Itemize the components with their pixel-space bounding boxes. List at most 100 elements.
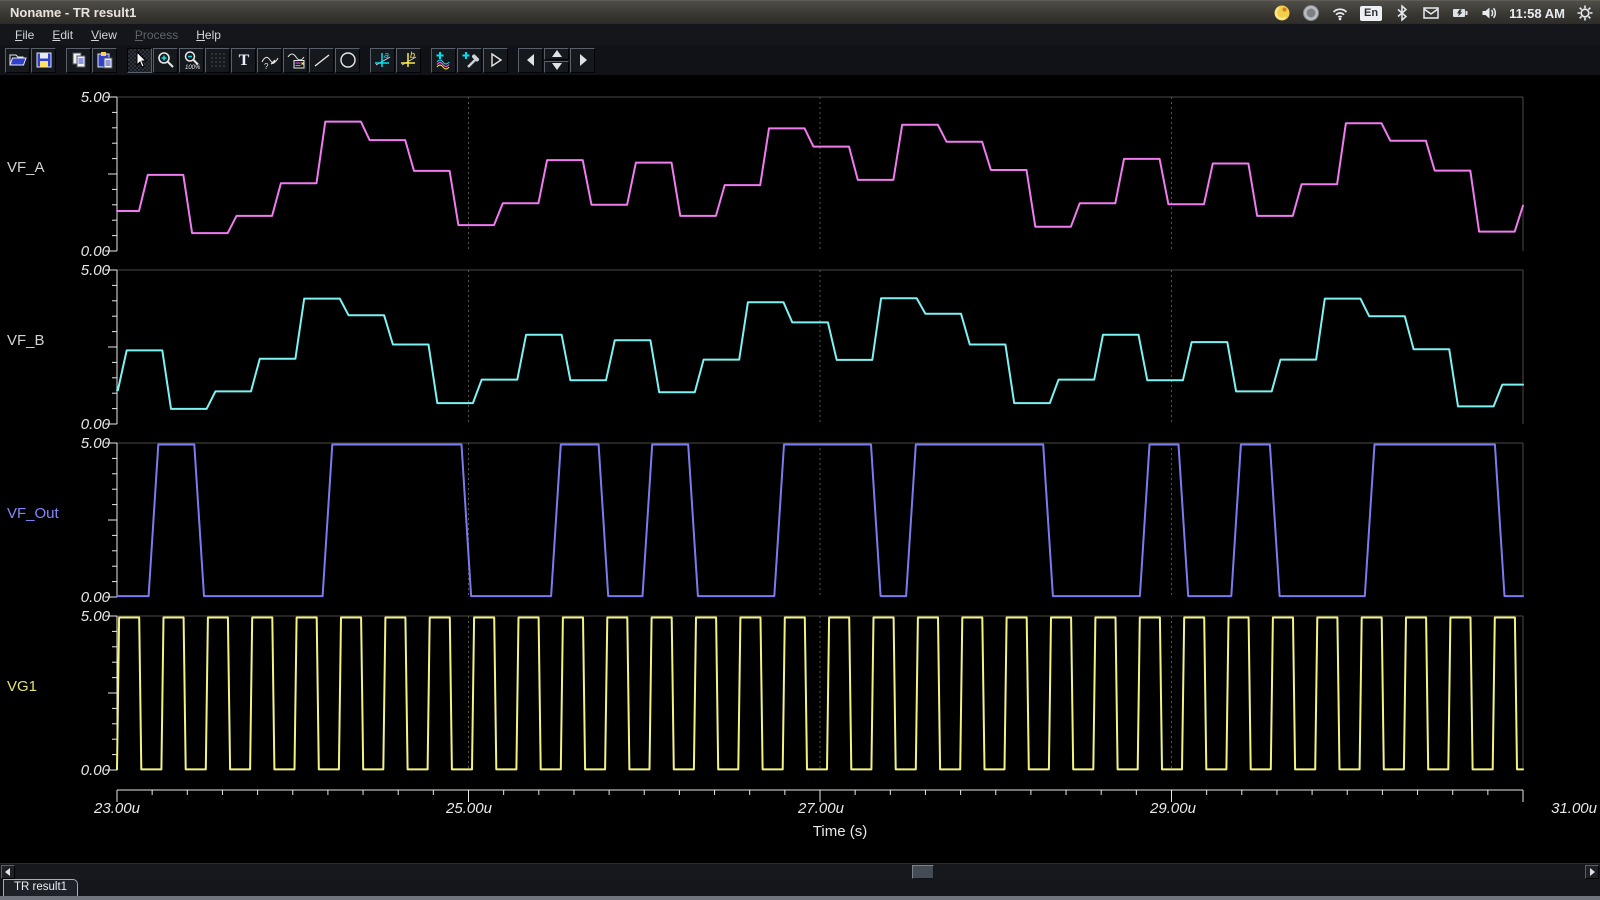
axis-a-icon: a [373, 50, 393, 70]
window-title: Noname - TR result1 [10, 5, 136, 20]
bluetooth-icon[interactable] [1393, 4, 1411, 22]
insert-text-icon: T [234, 50, 254, 70]
svg-text:?: ? [264, 62, 269, 70]
zoom-out-full-button[interactable]: 100% [179, 48, 204, 73]
curve-query-icon: ? [260, 50, 280, 70]
toolbar-group [66, 48, 117, 73]
waveform-canvas [0, 75, 1600, 863]
curve-query-button[interactable]: ? [257, 48, 282, 73]
zoom-in-icon [156, 50, 176, 70]
add-curves-button[interactable] [431, 48, 456, 73]
draw-line-icon [312, 50, 332, 70]
toolbar-group [5, 48, 56, 73]
svg-text:a: a [384, 50, 389, 60]
run-arrow-button[interactable] [483, 48, 508, 73]
y-max-label: 5.00 [40, 435, 110, 452]
add-curves-icon [434, 50, 454, 70]
grid-toggle-button [205, 48, 230, 73]
session-gear-icon[interactable] [1576, 4, 1594, 22]
curve-label-vfa: VF_A [7, 159, 45, 176]
volume-icon[interactable] [1480, 4, 1498, 22]
curve-legend-icon [286, 50, 306, 70]
select-cursor-button[interactable] [127, 48, 152, 73]
mail-icon[interactable] [1422, 4, 1440, 22]
toolbar: 100%T?ab [0, 45, 1600, 75]
spin-down-button[interactable] [544, 61, 569, 73]
menu-help[interactable]: Help [187, 26, 230, 44]
menu-edit[interactable]: Edit [43, 26, 82, 44]
wifi-icon[interactable] [1331, 4, 1349, 22]
save-button[interactable] [31, 48, 56, 73]
insert-text-button[interactable]: T [231, 48, 256, 73]
x-tick-label: 23.00u [94, 800, 140, 817]
menu-view[interactable]: View [82, 26, 126, 44]
x-tick-label: 29.00u [1150, 800, 1196, 817]
triangle-left-icon [3, 867, 13, 877]
triangle-up-icon [549, 49, 565, 58]
draw-circle-icon [338, 50, 358, 70]
save-icon [34, 50, 54, 70]
clock[interactable]: 11:58 AM [1509, 2, 1565, 25]
y-min-label: 0.00 [40, 762, 110, 779]
axis-b-icon: b [399, 50, 419, 70]
scrollbar-right-arrow[interactable] [1585, 865, 1599, 879]
curve-label-vg1: VG1 [7, 678, 37, 695]
horizontal-scrollbar[interactable] [0, 863, 1600, 880]
svg-text:b: b [410, 50, 415, 60]
curve-label-vfout: VF_Out [7, 505, 59, 522]
vf_b-trace [117, 298, 1523, 409]
run-arrow-icon [486, 50, 506, 70]
draw-line-button[interactable] [309, 48, 334, 73]
zoom-in-button[interactable] [153, 48, 178, 73]
x-tick-label: 25.00u [446, 800, 492, 817]
svg-text:T: T [238, 52, 249, 69]
waveform-viewer: VF_A VF_B VF_Out VG1 5.00 0.00 5.00 0.00… [0, 75, 1600, 863]
app-indicator-icon[interactable] [1273, 4, 1291, 22]
curve-legend-button[interactable] [283, 48, 308, 73]
keyboard-layout[interactable]: En [1360, 6, 1382, 21]
open-file-button[interactable] [5, 48, 30, 73]
pick-sample-button[interactable] [457, 48, 482, 73]
scroll-spinner [544, 48, 569, 73]
menubar: File Edit View Process Help [0, 24, 1600, 46]
tab-tr-result1[interactable]: TR result1 [3, 879, 78, 896]
scroll-right-button[interactable] [570, 48, 595, 73]
axis-a-button[interactable]: a [370, 48, 395, 73]
menu-file[interactable]: File [6, 26, 43, 44]
system-tray: En 11:58 AM [1273, 1, 1594, 25]
curve-label-vfb: VF_B [7, 332, 45, 349]
y-min-label: 0.00 [40, 243, 110, 260]
copy-button[interactable] [66, 48, 91, 73]
pick-sample-icon [460, 50, 480, 70]
open-file-icon [8, 50, 28, 70]
titlebar[interactable]: Noname - TR result1 En 11:58 AM [0, 0, 1600, 24]
paste-button[interactable] [92, 48, 117, 73]
copy-icon [69, 50, 89, 70]
y-max-label: 5.00 [40, 608, 110, 625]
zoom-out-full-icon: 100% [182, 50, 202, 70]
y-max-label: 5.00 [40, 262, 110, 279]
grid-toggle-icon [208, 50, 228, 70]
scrollbar-thumb[interactable] [912, 865, 934, 879]
window-bottom-edge [0, 896, 1600, 900]
scrollbar-left-arrow[interactable] [1, 865, 15, 879]
battery-icon[interactable] [1451, 4, 1469, 22]
triangle-right-icon [1587, 867, 1597, 877]
toolbar-group: ab [370, 48, 421, 73]
paste-icon [95, 50, 115, 70]
scroll-right-icon [573, 50, 593, 70]
spin-up-button[interactable] [544, 48, 569, 60]
toolbar-group [518, 48, 595, 73]
menu-process: Process [126, 26, 187, 44]
select-cursor-icon [130, 50, 150, 70]
draw-circle-button[interactable] [335, 48, 360, 73]
application-window: Noname - TR result1 En 11:58 AM File Edit… [0, 0, 1600, 900]
scroll-left-button[interactable] [518, 48, 543, 73]
toolbar-group: 100% T? [127, 48, 360, 73]
x-tick-label: 27.00u [798, 800, 844, 817]
y-min-label: 0.00 [40, 416, 110, 433]
axis-b-button[interactable]: b [396, 48, 421, 73]
network-globe-icon[interactable] [1302, 4, 1320, 22]
scroll-left-icon [521, 50, 541, 70]
x-tick-label: 31.00u [1551, 800, 1597, 817]
